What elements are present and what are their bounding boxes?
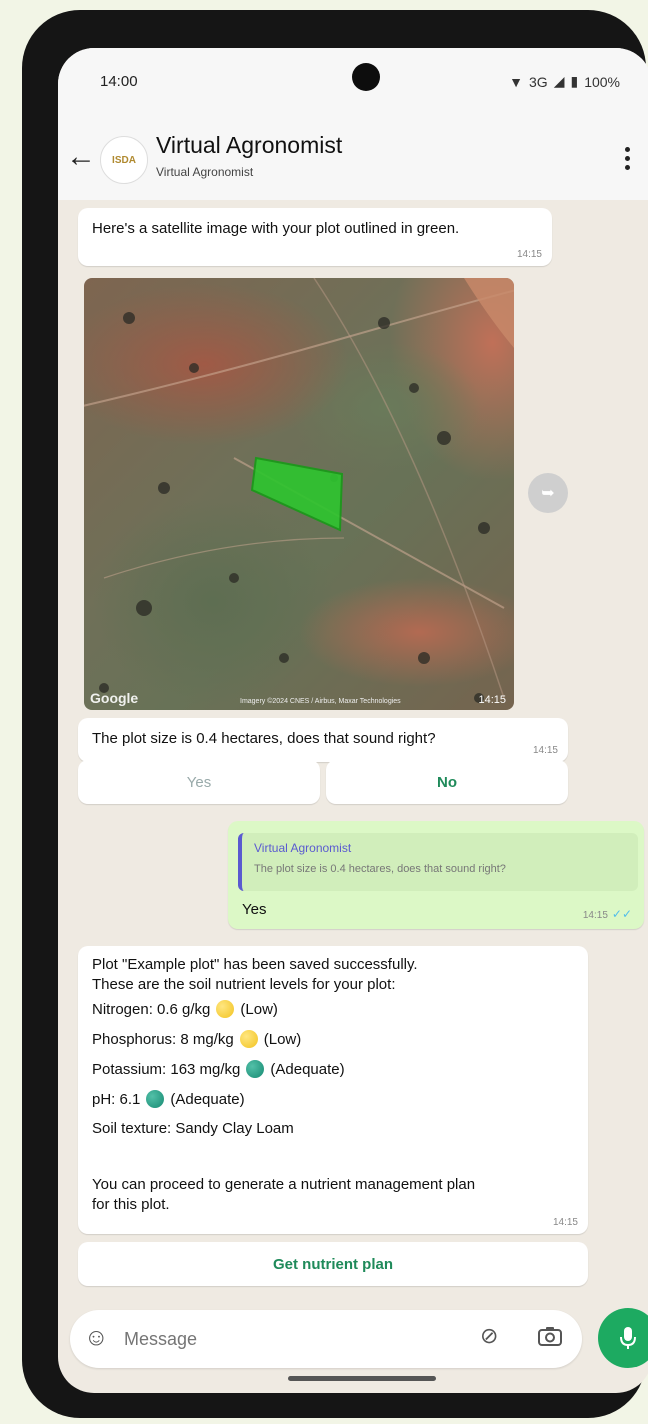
map-attribution-logo: Google xyxy=(90,690,139,706)
status-icons: ▼ 3G ◢ ▮ 100% xyxy=(509,73,620,90)
battery-icon: ▮ xyxy=(570,73,579,89)
message-satellite-intro: Here's a satellite image with your plot … xyxy=(78,208,552,266)
message-input[interactable] xyxy=(122,1324,426,1354)
quick-reply-no-button[interactable]: No xyxy=(326,760,568,804)
message-outgoing-yes: Virtual Agronomist The plot size is 0.4 … xyxy=(228,821,644,929)
network-label: 3G xyxy=(529,73,548,90)
signal-icon: ◢ xyxy=(553,73,565,89)
quoted-text: The plot size is 0.4 hectares, does that… xyxy=(254,863,506,875)
proceed-line-1: You can proceed to generate a nutrient m… xyxy=(92,1176,476,1193)
nitrogen-row: Nitrogen: 0.6 g/kg (Low) xyxy=(92,1000,278,1018)
microphone-icon xyxy=(620,1327,636,1349)
chat-screen: 14:00 ▼ 3G ◢ ▮ 100% ← ISDA Virtual Agron… xyxy=(58,48,648,1393)
image-time: 14:15 xyxy=(478,694,506,706)
potassium-row: Potassium: 163 mg/kg (Adequate) xyxy=(92,1060,345,1078)
green-circle-icon xyxy=(246,1060,265,1078)
emoji-icon[interactable]: ☺ xyxy=(84,1324,109,1352)
message-time: 14:15 xyxy=(532,745,558,756)
phosphorus-row: Phosphorus: 8 mg/kg (Low) xyxy=(92,1030,301,1048)
message-text: Yes xyxy=(242,901,267,918)
message-text: Here's a satellite image with your plot … xyxy=(92,220,460,237)
nitrogen-level: (Low) xyxy=(240,1000,278,1018)
battery-label: 100% xyxy=(584,73,620,90)
quoted-message[interactable]: Virtual Agronomist The plot size is 0.4 … xyxy=(238,833,638,891)
potassium-level: (Adequate) xyxy=(270,1060,345,1078)
ph-level: (Adequate) xyxy=(170,1090,245,1108)
home-indicator xyxy=(288,1376,436,1381)
message-text: The plot size is 0.4 hectares, does that… xyxy=(92,730,436,747)
attach-icon[interactable]: ⊘ xyxy=(480,1323,498,1349)
ph-row: pH: 6.1 (Adequate) xyxy=(92,1090,245,1108)
message-nutrient-levels: Plot "Example plot" has been saved succe… xyxy=(78,946,588,1234)
phosphorus-level: (Low) xyxy=(263,1030,302,1048)
back-arrow-icon[interactable]: ← xyxy=(66,142,96,172)
avatar-logo-text: ISDA xyxy=(112,154,136,166)
yellow-circle-icon xyxy=(216,1000,235,1018)
get-nutrient-plan-button[interactable]: Get nutrient plan xyxy=(78,1242,588,1286)
message-time: 14:15 xyxy=(516,249,542,260)
front-camera xyxy=(352,63,380,91)
ph-value: pH: 6.1 xyxy=(92,1090,141,1108)
time-text: 14:15 xyxy=(582,910,608,921)
more-options-icon[interactable] xyxy=(616,142,638,174)
chat-header: ← ISDA Virtual Agronomist Virtual Agrono… xyxy=(58,122,648,200)
satellite-overlay xyxy=(84,278,514,703)
quoted-sender: Virtual Agronomist xyxy=(254,841,352,855)
potassium-value: Potassium: 163 mg/kg xyxy=(92,1060,241,1078)
map-credit: Imagery ©2024 CNES / Airbus, Maxar Techn… xyxy=(240,698,401,705)
nitrogen-value: Nitrogen: 0.6 g/kg xyxy=(92,1000,211,1018)
wifi-icon: ▼ xyxy=(509,73,523,90)
quick-reply-yes-button[interactable]: Yes xyxy=(78,760,320,804)
satellite-image[interactable]: Google Imagery ©2024 CNES / Airbus, Maxa… xyxy=(84,278,514,710)
green-circle-icon xyxy=(146,1090,165,1108)
camera-icon[interactable] xyxy=(538,1326,562,1346)
message-time: 14:15 ✓✓ xyxy=(583,907,632,921)
status-time: 14:00 xyxy=(100,73,138,90)
chat-subtitle: Virtual Agronomist xyxy=(156,165,254,179)
message-input-bar: ☺ ⊘ xyxy=(70,1310,582,1368)
proceed-line-2: for this plot. xyxy=(92,1196,170,1213)
phone-frame: 14:00 ▼ 3G ◢ ▮ 100% ← ISDA Virtual Agron… xyxy=(22,10,648,1418)
chat-title[interactable]: Virtual Agronomist xyxy=(156,132,342,159)
message-plot-question: The plot size is 0.4 hectares, does that… xyxy=(78,718,568,762)
soil-texture-row: Soil texture: Sandy Clay Loam xyxy=(92,1120,294,1137)
nutrient-intro-line-1: Plot "Example plot" has been saved succe… xyxy=(92,956,418,973)
forward-icon[interactable]: ➥ xyxy=(528,473,568,513)
yellow-circle-icon xyxy=(239,1030,258,1048)
plot-outline xyxy=(250,456,344,532)
message-time: 14:15 xyxy=(552,1217,578,1228)
avatar[interactable]: ISDA xyxy=(100,136,148,184)
read-ticks-icon: ✓✓ xyxy=(611,907,632,921)
status-bar: 14:00 ▼ 3G ◢ ▮ 100% xyxy=(58,48,648,122)
microphone-button[interactable] xyxy=(598,1308,648,1368)
nutrient-intro-line-2: These are the soil nutrient levels for y… xyxy=(92,976,396,993)
phosphorus-value: Phosphorus: 8 mg/kg xyxy=(92,1030,234,1048)
